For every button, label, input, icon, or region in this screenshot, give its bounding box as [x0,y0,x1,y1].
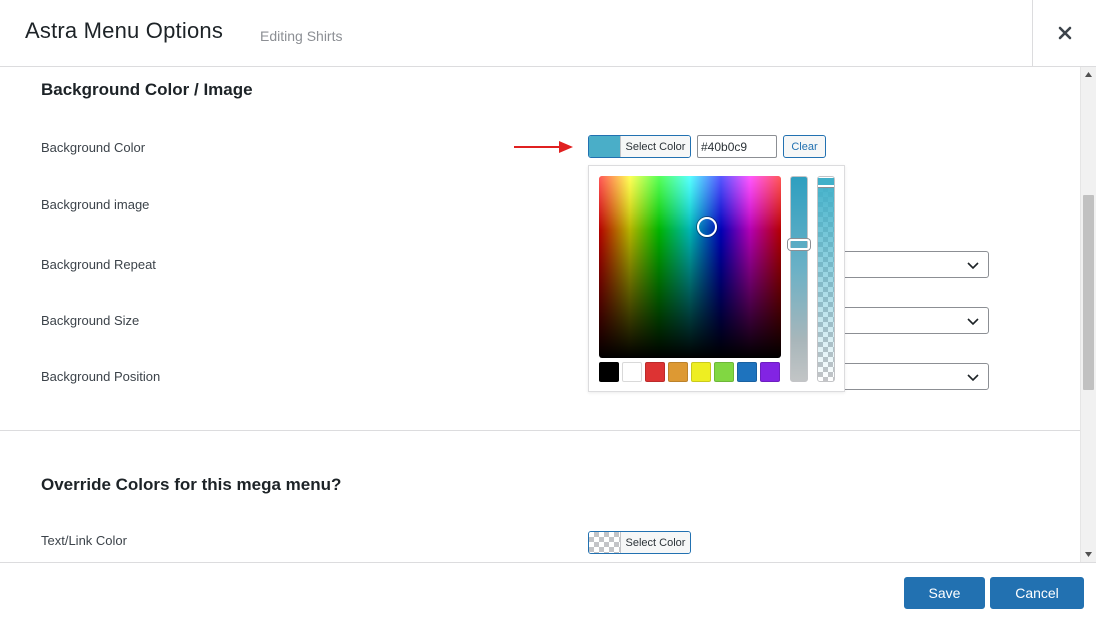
scrollbar-thumb[interactable] [1083,195,1094,390]
modal-subtitle: Editing Shirts [260,28,343,44]
chevron-down-icon [967,374,979,382]
alpha-slider[interactable] [817,176,835,382]
background-repeat-select[interactable] [840,251,989,278]
close-button[interactable] [1032,0,1096,66]
saturation-value-area[interactable] [599,176,781,358]
background-color-select-button[interactable]: Select Color [588,135,691,158]
current-color-swatch [589,136,620,157]
text-link-color-select-button[interactable]: Select Color [588,531,691,554]
scroll-down-icon[interactable] [1084,550,1093,559]
label-text-link-color: Text/Link Color [41,533,127,548]
background-size-select[interactable] [840,307,989,334]
hue-slider[interactable] [788,176,810,382]
color-palette [599,362,780,382]
background-position-select[interactable] [840,363,989,390]
palette-swatch[interactable] [645,362,665,382]
label-background-size: Background Size [41,313,140,328]
scroll-up-icon[interactable] [1084,70,1093,79]
modal-header: Astra Menu Options Editing Shirts [0,0,1096,67]
section-title-background: Background Color / Image [41,80,253,99]
chevron-down-icon [967,318,979,326]
label-background-repeat: Background Repeat [41,257,156,272]
color-picker-handle[interactable] [697,217,717,237]
save-button[interactable]: Save [904,577,985,609]
clear-color-button[interactable]: Clear [783,135,826,158]
modal-title: Astra Menu Options [25,18,224,43]
label-background-color: Background Color [41,140,146,155]
section-divider [0,430,1080,431]
cancel-button[interactable]: Cancel [990,577,1084,609]
content-scrollbar[interactable] [1080,67,1096,562]
select-color-label: Select Color [620,532,690,553]
palette-swatch[interactable] [622,362,642,382]
empty-color-swatch [589,532,620,553]
palette-swatch[interactable] [737,362,757,382]
palette-swatch[interactable] [599,362,619,382]
color-picker-popup [588,165,845,392]
palette-swatch[interactable] [668,362,688,382]
modal-content: Background Color / Image Background Colo… [0,67,1080,562]
palette-swatch[interactable] [760,362,780,382]
palette-swatch[interactable] [714,362,734,382]
label-background-position: Background Position [41,369,161,384]
alpha-slider-knob[interactable] [818,177,834,187]
chevron-down-icon [967,262,979,270]
modal-footer: Save Cancel [0,562,1096,620]
hue-slider-knob[interactable] [788,239,810,250]
close-icon [1058,26,1071,40]
annotation-arrow-icon [514,141,573,153]
select-color-label: Select Color [620,136,690,157]
label-background-image: Background image [41,197,150,212]
section-title-override: Override Colors for this mega menu? [41,475,342,494]
palette-swatch[interactable] [691,362,711,382]
hex-color-input[interactable] [697,135,777,158]
